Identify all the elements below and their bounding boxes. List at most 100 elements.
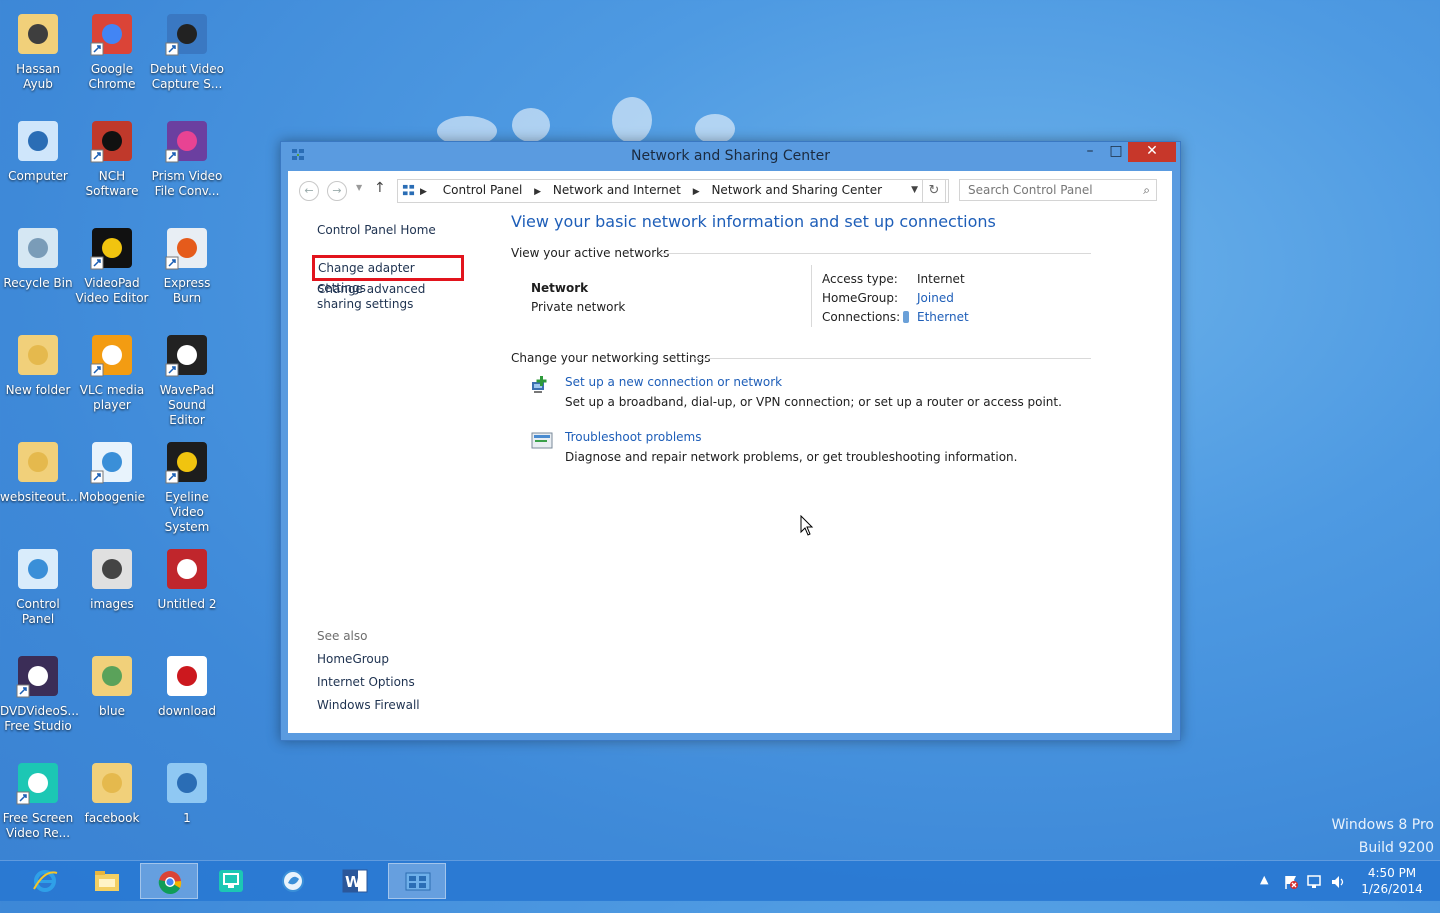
svg-text:W: W (345, 873, 362, 891)
desktop-icon[interactable]: DVDVideoS... Free Studio (0, 646, 79, 734)
connections-label: Connections: (822, 310, 901, 324)
setup-connection-link[interactable]: Set up a new connection or network (565, 375, 782, 389)
desktop-icon[interactable]: WavePad Sound Editor (149, 325, 225, 428)
app-icon (90, 228, 132, 270)
network-sharing-center-window: Network and Sharing Center – □ ✕ ← → ▼ ↑… (280, 141, 1181, 741)
desktop-icon[interactable]: blue (74, 646, 150, 719)
back-button[interactable]: ← (299, 181, 319, 201)
desktop-icon[interactable]: Free Screen Video Re... (0, 753, 76, 841)
desktop-icon[interactable]: images (74, 539, 150, 612)
maximize-button[interactable]: □ (1102, 142, 1130, 162)
windows-build-watermark: Build 9200 (1358, 840, 1434, 856)
volume-icon[interactable] (1330, 874, 1346, 890)
taskbar-internet-explorer[interactable] (16, 863, 74, 899)
breadcrumb-network-sharing-center[interactable]: Network and Sharing Center (711, 183, 882, 197)
desktop-icon[interactable]: VideoPad Video Editor (74, 218, 150, 306)
desktop-icon[interactable]: Prism Video File Conv... (149, 111, 225, 199)
taskbar-google-chrome[interactable] (140, 863, 198, 899)
breadcrumb-separator[interactable]: ▶ (693, 187, 700, 197)
address-bar[interactable]: ▶ Control Panel ▶ Network and Internet ▶… (397, 179, 949, 203)
access-type-label: Access type: (822, 272, 898, 286)
app-icon (18, 14, 58, 54)
internet-explorer-icon (33, 870, 58, 892)
desktop-icon-label: Untitled 2 (157, 597, 217, 611)
troubleshoot-link[interactable]: Troubleshoot problems (565, 430, 701, 444)
homegroup-link[interactable]: HomeGroup (317, 652, 389, 666)
taskbar-control-panel[interactable] (388, 863, 446, 899)
breadcrumb-control-panel[interactable]: Control Panel (443, 183, 523, 197)
desktop-icon[interactable]: 1 (149, 753, 225, 826)
app-icon (18, 121, 58, 161)
setup-connection-description: Set up a broadband, dial-up, or VPN conn… (565, 395, 1062, 409)
desktop-icon-label: download (157, 704, 217, 718)
taskbar-free-screen-video-recorder[interactable] (202, 863, 260, 899)
clock-time: 4:50 PM (1367, 866, 1417, 880)
show-hidden-icons-button[interactable]: ▲ (1260, 873, 1268, 913)
search-icon[interactable]: ⌕ (1143, 180, 1150, 201)
desktop-icon-label: NCH Software (85, 169, 139, 198)
desktop-icon[interactable]: Express Burn (149, 218, 225, 306)
desktop-icon-label: Recycle Bin (3, 276, 73, 290)
system-clock[interactable]: 4:50 PM 1/26/2014 (1352, 865, 1432, 897)
control-panel-icon (405, 872, 431, 891)
wallpaper-shape (512, 108, 550, 142)
network-divider (811, 265, 812, 327)
app-icon (16, 763, 58, 805)
desktop-icon[interactable]: Hassan Ayub (0, 4, 76, 92)
network-type: Private network (531, 300, 626, 314)
refresh-button[interactable]: ↻ (922, 179, 946, 203)
mouse-cursor-icon (800, 515, 814, 536)
microsoft-word-icon: W (342, 869, 368, 893)
breadcrumb-separator[interactable]: ▶ (420, 187, 427, 197)
desktop-icon-label: blue (99, 704, 125, 718)
taskbar-mobogenie[interactable] (264, 863, 322, 899)
change-advanced-sharing-link[interactable]: Change advanced sharing settings (317, 282, 467, 312)
desktop-icon[interactable]: VLC media player (74, 325, 150, 413)
address-history-dropdown-icon[interactable]: ▼ (911, 180, 918, 201)
desktop-icon[interactable]: Google Chrome (74, 4, 150, 92)
desktop-icon[interactable]: download (149, 646, 225, 719)
desktop-icon[interactable]: Computer (0, 111, 76, 184)
breadcrumb-network-internet[interactable]: Network and Internet (553, 183, 681, 197)
action-center-flag-icon[interactable] (1283, 874, 1299, 890)
recent-locations-dropdown[interactable]: ▼ (356, 183, 362, 192)
close-button[interactable]: ✕ (1128, 142, 1176, 162)
network-tray-icon[interactable] (1306, 874, 1322, 890)
troubleshoot-icon (531, 432, 553, 449)
desktop-icon-label: Eyeline Video System (164, 490, 210, 534)
desktop-icon[interactable]: New folder (0, 325, 76, 398)
desktop-icon[interactable]: Control Panel (0, 539, 76, 627)
mobogenie-icon (282, 870, 304, 892)
desktop-icon[interactable]: Eyeline Video System (149, 432, 225, 535)
search-input[interactable]: Search Control Panel ⌕ (959, 179, 1157, 201)
desktop-icon[interactable]: facebook (74, 753, 150, 826)
up-button[interactable]: ↑ (374, 180, 386, 196)
taskbar: W ▲ 4:50 PM 1/26/2014 (0, 860, 1440, 901)
desktop-icon[interactable]: Mobogenie (74, 432, 150, 505)
ethernet-connection-link[interactable]: Ethernet (903, 310, 969, 324)
title-bar[interactable]: Network and Sharing Center – □ ✕ (281, 142, 1180, 170)
taskbar-microsoft-word[interactable]: W (326, 863, 384, 899)
internet-options-link[interactable]: Internet Options (317, 675, 415, 689)
desktop-icon-label: Google Chrome (88, 62, 136, 91)
app-icon (167, 549, 207, 589)
app-icon (165, 121, 207, 163)
desktop-icon[interactable]: NCH Software (74, 111, 150, 199)
desktop-icon[interactable]: Recycle Bin (0, 218, 76, 291)
windows-firewall-link[interactable]: Windows Firewall (317, 698, 420, 712)
taskbar-file-explorer[interactable] (78, 863, 136, 899)
app-icon (167, 763, 207, 803)
desktop-icon[interactable]: Untitled 2 (149, 539, 225, 612)
forward-button[interactable]: → (327, 181, 347, 201)
breadcrumb-separator[interactable]: ▶ (534, 187, 541, 197)
control-panel-home-link[interactable]: Control Panel Home (317, 223, 436, 237)
app-icon (92, 763, 132, 803)
file-explorer-icon (95, 871, 119, 891)
change-adapter-settings-link[interactable]: Change adapter settings (312, 255, 464, 295)
desktop-icon[interactable]: websiteout... (0, 432, 78, 505)
see-also-heading: See also (317, 629, 368, 643)
homegroup-joined-link[interactable]: Joined (917, 291, 954, 305)
desktop-icon-label: VideoPad Video Editor (75, 276, 149, 305)
minimize-button[interactable]: – (1076, 142, 1104, 162)
desktop-icon[interactable]: Debut Video Capture S... (149, 4, 225, 92)
